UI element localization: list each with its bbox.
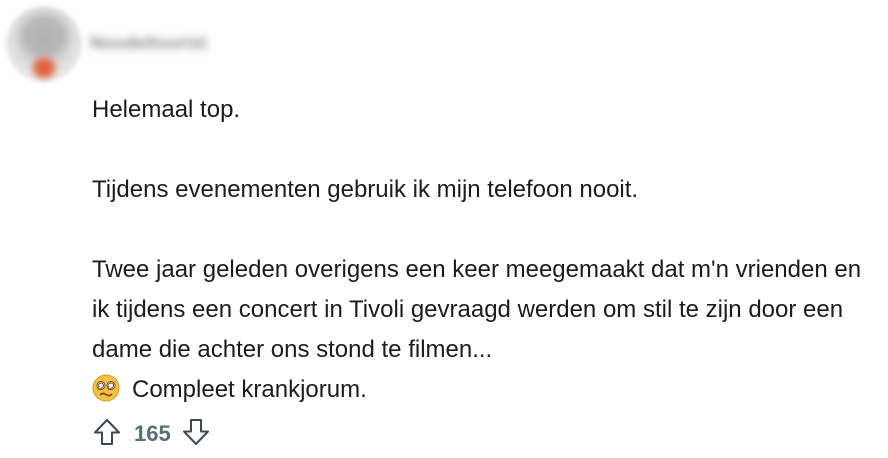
avatar-accent xyxy=(33,58,55,78)
downvote-button[interactable] xyxy=(179,417,213,451)
comment-last-line-text: Compleet krankjorum. xyxy=(132,376,367,403)
comment: Noodeltoorist Helemaal top. Tijdens even… xyxy=(0,0,888,458)
comment-paragraph: Twee jaar geleden overigens een keer mee… xyxy=(92,256,862,363)
comment-paragraph: Tijdens evenementen gebruik ik mijn tele… xyxy=(92,176,639,203)
avatar-face xyxy=(20,14,68,58)
avatar[interactable] xyxy=(6,6,82,82)
comment-last-line: Compleet krankjorum. xyxy=(92,370,882,410)
username[interactable]: Noodeltoorist xyxy=(90,30,248,56)
comment-paragraph: Helemaal top. xyxy=(92,96,241,123)
upvote-arrow-icon xyxy=(92,417,122,452)
vote-bar: 165 xyxy=(90,416,213,452)
dizzy-face-emoji-icon xyxy=(92,374,120,402)
comment-body: Helemaal top. Tijdens evenementen gebrui… xyxy=(92,90,882,410)
upvote-button[interactable] xyxy=(90,417,124,451)
downvote-arrow-icon xyxy=(181,417,211,452)
vote-score: 165 xyxy=(134,421,171,446)
